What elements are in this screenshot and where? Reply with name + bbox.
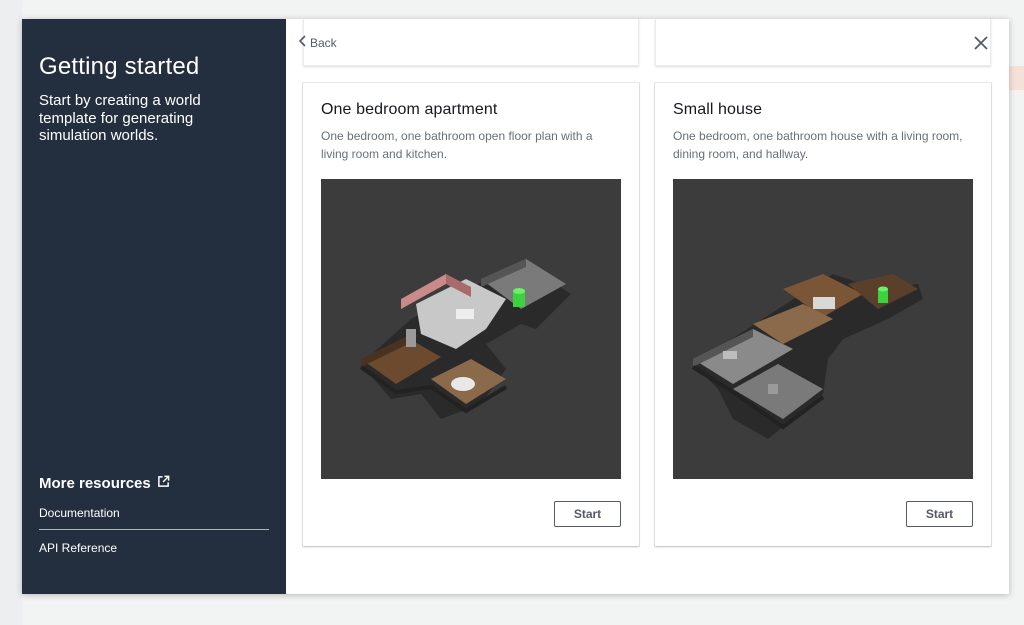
sidebar-subtitle: Start by creating a world template for g…	[39, 92, 201, 144]
start-button[interactable]: Start	[554, 501, 621, 527]
getting-started-modal: Getting started Start by creating a worl…	[22, 19, 1009, 594]
back-button[interactable]: Back	[298, 35, 337, 50]
previous-card-edge	[303, 19, 639, 66]
back-label: Back	[310, 35, 337, 50]
background-sidebar	[0, 0, 22, 625]
template-card-one-bedroom: One bedroom apartment One bedroom, one b…	[303, 83, 639, 546]
more-resources: More resources Documentation API Referen…	[39, 475, 269, 564]
start-button[interactable]: Start	[906, 501, 973, 527]
floorplan-preview-image	[321, 179, 621, 479]
documentation-link[interactable]: Documentation	[39, 506, 269, 530]
more-resources-label: More resources	[39, 475, 151, 492]
card-title: Small house	[673, 101, 763, 118]
card-description: One bedroom, one bathroom house with a l…	[673, 129, 963, 161]
previous-card-edge	[655, 19, 991, 66]
template-card-small-house: Small house One bedroom, one bathroom ho…	[655, 83, 991, 546]
card-title: One bedroom apartment	[321, 101, 498, 118]
more-resources-heading: More resources	[39, 475, 269, 492]
chevron-left-icon	[298, 35, 307, 50]
sidebar-title: Getting started	[39, 53, 200, 80]
modal-sidebar: Getting started Start by creating a worl…	[22, 19, 286, 594]
close-icon[interactable]	[974, 36, 988, 50]
card-description: One bedroom, one bathroom open floor pla…	[321, 129, 593, 161]
external-link-icon	[157, 475, 170, 492]
template-gallery: Back One bedroom apartment One bedroom, …	[286, 19, 1009, 594]
floorplan-preview-image	[673, 179, 973, 479]
api-reference-link[interactable]: API Reference	[39, 530, 269, 564]
